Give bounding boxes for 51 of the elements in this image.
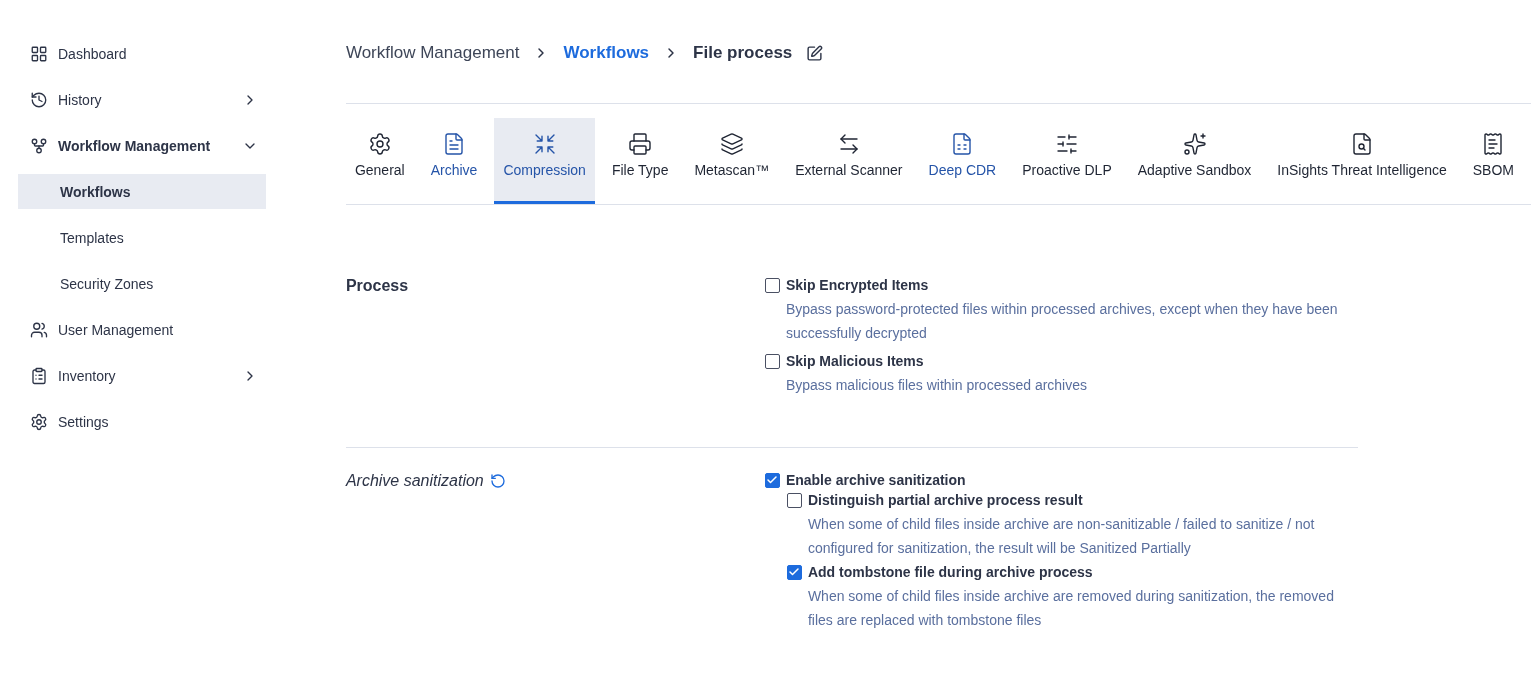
sidebar-item[interactable]: History [18, 82, 266, 118]
grid-icon [30, 45, 48, 63]
checkbox[interactable] [764, 277, 780, 293]
option-description: Bypass malicious files within processed archives [785, 376, 1088, 395]
tab[interactable]: SBOM [1463, 118, 1523, 204]
tab[interactable]: Proactive DLP [1013, 118, 1121, 204]
gear-icon [367, 132, 392, 156]
option-label: Skip Malicious Items [785, 353, 924, 369]
option-description: When some of child files inside archive are non-sanitizable / failed to sanitize / not configured for sanitization, the result will be Sanitized Partially [807, 515, 1316, 558]
option-label: Enable archive sanitization [785, 472, 966, 488]
tab[interactable]: Compression [494, 118, 595, 204]
tab[interactable]: General [345, 118, 414, 204]
users-icon [30, 321, 48, 339]
checkbox[interactable] [786, 492, 802, 508]
tab[interactable]: Adaptive Sandbox [1128, 118, 1261, 204]
tab[interactable]: InSights Threat Intelligence [1268, 118, 1456, 204]
section-title: Archive sanitization [345, 472, 484, 490]
history-icon[interactable] [489, 473, 506, 489]
sidebar-item[interactable]: Workflow Management [18, 128, 266, 164]
sidebar-item[interactable]: User Management [18, 312, 266, 348]
printer-icon [628, 132, 653, 156]
sidebar-item[interactable]: Dashboard [18, 36, 266, 72]
sidebar-subitem[interactable]: Workflows [18, 174, 266, 209]
option-label: Distinguish partial archive process result [807, 492, 1083, 508]
history-icon [30, 91, 48, 109]
page-title: File process [693, 43, 793, 63]
checkbox[interactable] [764, 353, 780, 369]
sliders-icon [1054, 132, 1079, 156]
section-title: Process [345, 277, 409, 295]
checkbox[interactable] [764, 472, 780, 488]
checkbox[interactable] [786, 564, 802, 580]
sidebar-subitem[interactable]: Security Zones [18, 266, 266, 301]
tab[interactable]: File Type [602, 118, 678, 204]
option-description: When some of child files inside archive are removed during sanitization, the removed files are replaced with tombstone files [807, 587, 1335, 630]
workflow-icon [30, 137, 48, 155]
option-label: Add tombstone file during archive process [807, 564, 1093, 580]
edit-icon[interactable] [806, 44, 824, 62]
sidebar-subitem[interactable]: Templates [18, 220, 266, 255]
tab[interactable]: Archive [421, 118, 487, 204]
clipboard-icon [30, 367, 48, 385]
sidebar-item[interactable]: Inventory [18, 358, 266, 394]
breadcrumb-item[interactable]: Workflows [563, 43, 650, 63]
layers-icon [719, 132, 744, 156]
sidebar-item[interactable]: Settings [18, 404, 266, 440]
option-label: Skip Encrypted Items [785, 277, 929, 293]
tab[interactable]: Deep CDR [919, 118, 1006, 204]
tab[interactable]: External Scanner [786, 118, 912, 204]
settings-icon [30, 413, 48, 431]
breadcrumb-item[interactable]: Workflow Management [345, 43, 520, 63]
option-description: Bypass password-protected files within processed archives, except when they have been successfully decrypted [785, 300, 1339, 343]
tab[interactable]: Metascan™ [685, 118, 779, 204]
